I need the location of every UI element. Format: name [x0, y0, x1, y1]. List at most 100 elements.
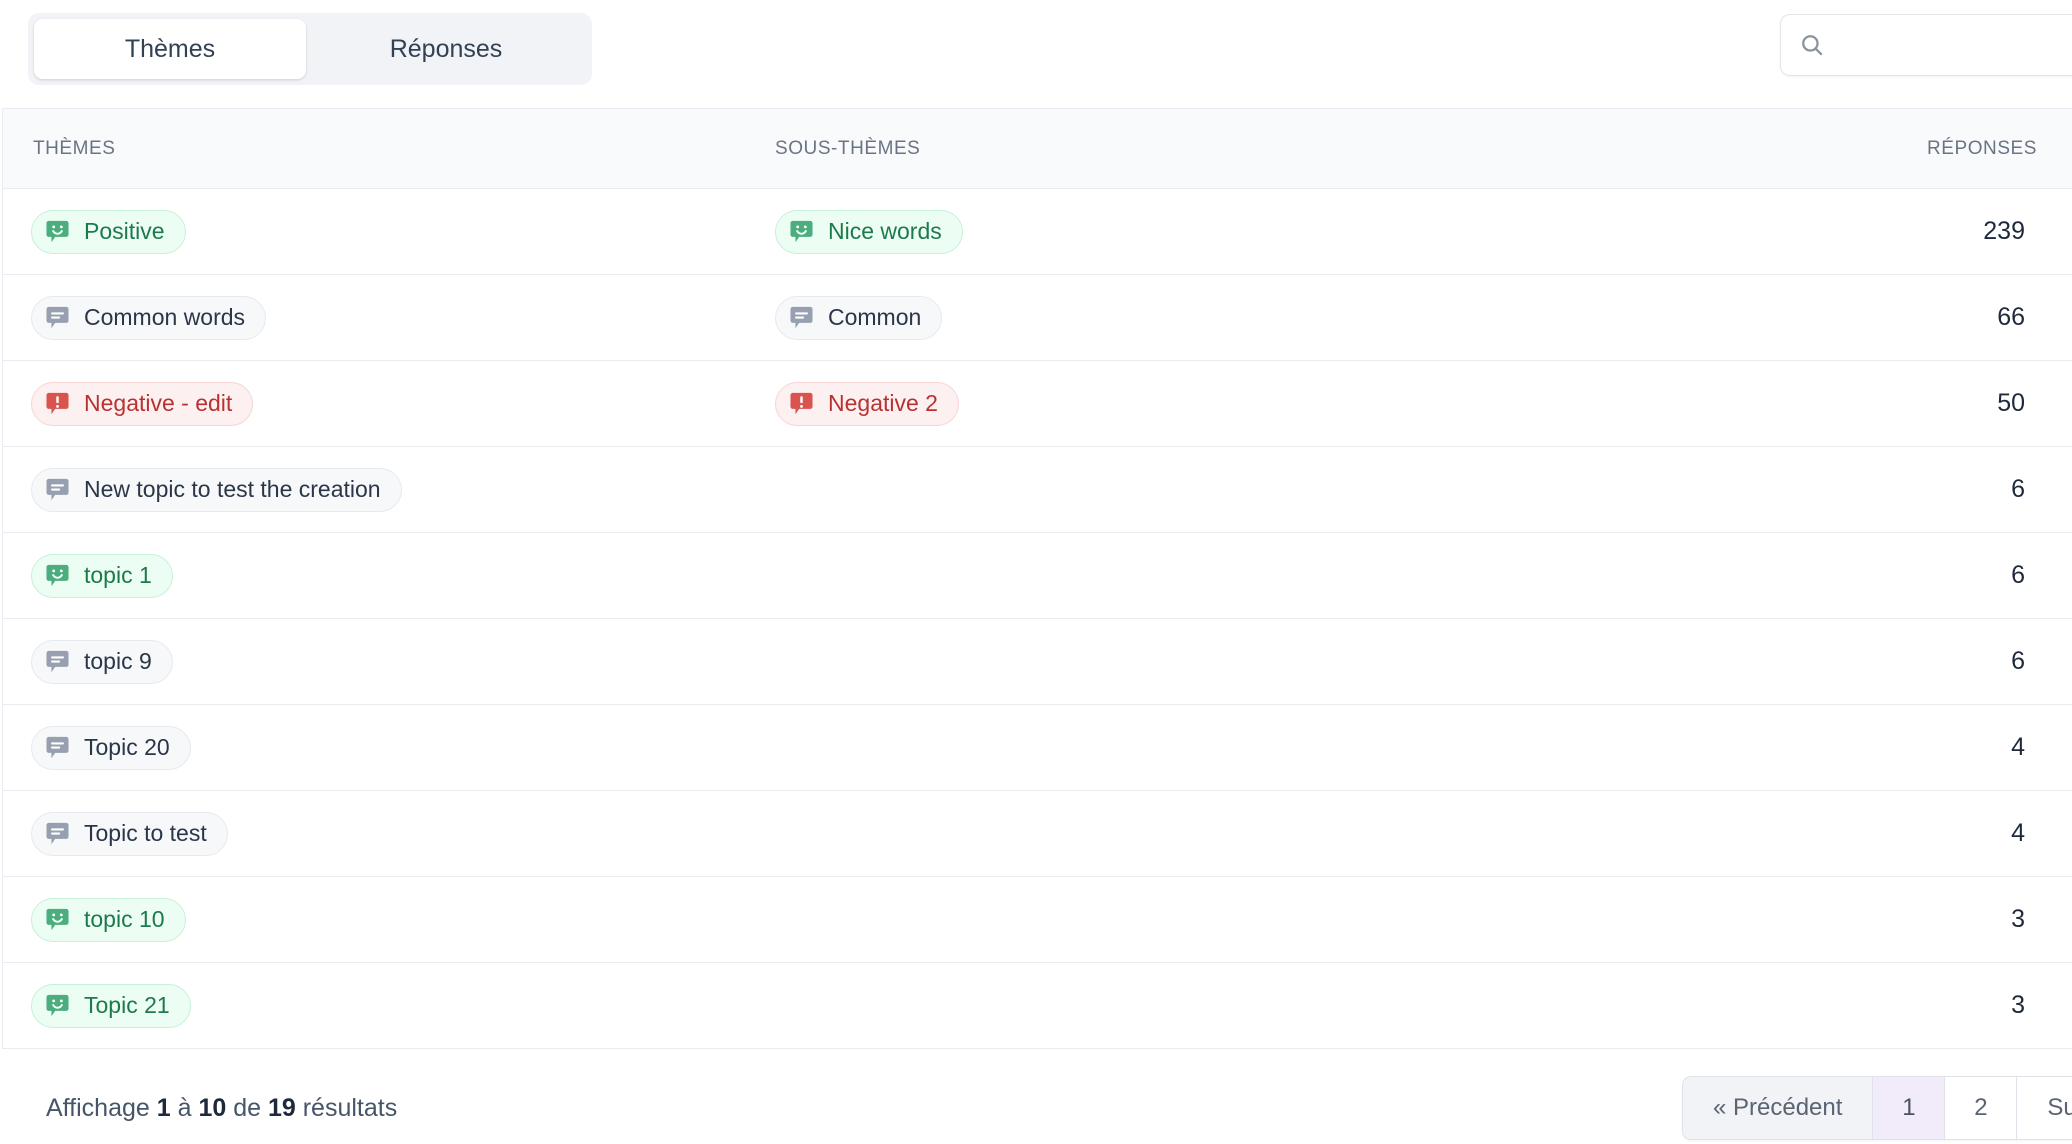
smiley-bubble-icon [44, 906, 71, 933]
search-icon [1799, 32, 1825, 58]
smiley-bubble-icon [788, 218, 815, 245]
subtheme-badge[interactable]: Negative 2 [775, 381, 959, 426]
pagination-previous[interactable]: « Précédent [1682, 1076, 1873, 1140]
theme-badge[interactable]: Common words [31, 295, 267, 340]
cell-response-count: 6 [2011, 647, 2025, 675]
table-footer: Affichage 1 à 10 de 19 résultats « Précé… [0, 1072, 2072, 1144]
table-row[interactable]: Topic to test 4 [3, 791, 2072, 877]
theme-badge-label: Topic 20 [84, 734, 170, 760]
cell-subtheme: Negative 2 [775, 381, 1889, 426]
column-header-subthemes: SOUS-THÈMES [775, 137, 921, 159]
theme-badge-label: topic 10 [84, 906, 165, 932]
results-summary-mid2: de [226, 1093, 268, 1122]
lines-bubble-icon [44, 304, 71, 331]
cell-theme: Topic 21 [3, 983, 775, 1028]
results-summary: Affichage 1 à 10 de 19 résultats [46, 1094, 397, 1123]
table-header-row: THÈMES SOUS-THÈMES RÉPONSES [3, 109, 2072, 189]
theme-badge-label: Positive [84, 218, 165, 244]
cell-theme: Topic to test [3, 811, 775, 856]
theme-badge[interactable]: Topic to test [31, 811, 228, 856]
pagination-next[interactable]: Suivant » [2016, 1076, 2072, 1140]
theme-badge[interactable]: Positive [31, 209, 186, 254]
cell-subtheme: Nice words [775, 209, 1889, 254]
results-summary-suffix: résultats [295, 1093, 398, 1122]
cell-subtheme: Common [775, 295, 1889, 340]
table-row[interactable]: Positive Nice words 239 [3, 189, 2072, 275]
theme-badge[interactable]: topic 9 [31, 639, 173, 684]
lines-bubble-icon [788, 304, 815, 331]
theme-badge[interactable]: topic 1 [31, 553, 173, 598]
lines-bubble-icon [44, 820, 71, 847]
tab-reponses[interactable]: Réponses [306, 19, 586, 79]
theme-badge-label: topic 9 [84, 648, 152, 674]
view-tabs: Thèmes Réponses [28, 13, 592, 85]
lines-bubble-icon [44, 648, 71, 675]
smiley-bubble-icon [44, 992, 71, 1019]
table-row[interactable]: topic 1 6 [3, 533, 2072, 619]
table-row[interactable]: Common words Common 66 [3, 275, 2072, 361]
cell-response-count: 4 [2011, 819, 2025, 847]
theme-badge-label: Common words [84, 304, 246, 330]
table-row[interactable]: Negative - edit Negative 2 50 [3, 361, 2072, 447]
subtheme-badge[interactable]: Common [775, 295, 943, 340]
lines-bubble-icon [44, 476, 71, 503]
results-from: 1 [156, 1093, 171, 1122]
results-to: 10 [198, 1093, 227, 1122]
theme-badge-label: topic 1 [84, 562, 152, 588]
theme-badge-label: Negative - edit [84, 390, 233, 416]
theme-badge-label: Topic 21 [84, 992, 170, 1018]
table-row[interactable]: New topic to test the creation 6 [3, 447, 2072, 533]
subtheme-badge-label: Negative 2 [828, 390, 938, 416]
results-summary-mid1: à [170, 1093, 199, 1122]
themes-table: THÈMES SOUS-THÈMES RÉPONSES Positive Nice… [2, 108, 2072, 1049]
cell-response-count: 4 [2011, 733, 2025, 761]
cell-response-count: 6 [2011, 561, 2025, 589]
cell-theme: Negative - edit [3, 381, 775, 426]
smiley-bubble-icon [44, 562, 71, 589]
cell-theme: New topic to test the creation [3, 467, 775, 512]
smiley-bubble-icon [44, 218, 71, 245]
cell-theme: topic 1 [3, 553, 775, 598]
pagination-page-2[interactable]: 2 [1944, 1076, 2017, 1140]
cell-theme: topic 9 [3, 639, 775, 684]
column-header-responses: RÉPONSES [1927, 137, 2037, 159]
theme-badge[interactable]: Negative - edit [31, 381, 254, 426]
cell-response-count: 66 [1997, 303, 2025, 331]
results-total: 19 [267, 1093, 296, 1122]
subtheme-badge-label: Common [828, 304, 922, 330]
tab-themes[interactable]: Thèmes [34, 19, 306, 79]
cell-response-count: 3 [2011, 905, 2025, 933]
top-bar: Thèmes Réponses [0, 0, 2072, 100]
table-row[interactable]: topic 10 3 [3, 877, 2072, 963]
search-box[interactable] [1780, 14, 2072, 76]
tab-reponses-label: Réponses [389, 34, 503, 63]
cell-theme: Positive [3, 209, 775, 254]
cell-response-count: 50 [1997, 389, 2025, 417]
table-row[interactable]: Topic 20 4 [3, 705, 2072, 791]
column-header-themes: THÈMES [33, 137, 116, 159]
cell-response-count: 3 [2011, 991, 2025, 1019]
subtheme-badge[interactable]: Nice words [775, 209, 963, 254]
theme-badge[interactable]: topic 10 [31, 897, 186, 942]
alert-bubble-icon [44, 390, 71, 417]
results-summary-prefix: Affichage [46, 1093, 157, 1122]
theme-badge[interactable]: Topic 20 [31, 725, 191, 770]
cell-response-count: 6 [2011, 475, 2025, 503]
table-row[interactable]: topic 9 6 [3, 619, 2072, 705]
table-body: Positive Nice words 239 Common words Common 6… [3, 189, 2072, 1049]
subtheme-badge-label: Nice words [828, 218, 942, 244]
alert-bubble-icon [788, 390, 815, 417]
theme-badge[interactable]: Topic 21 [31, 983, 191, 1028]
pagination-page-1[interactable]: 1 [1872, 1076, 1945, 1140]
cell-theme: Common words [3, 295, 775, 340]
theme-badge-label: New topic to test the creation [84, 476, 381, 502]
cell-response-count: 239 [1983, 217, 2025, 245]
cell-theme: Topic 20 [3, 725, 775, 770]
theme-badge[interactable]: New topic to test the creation [31, 467, 402, 512]
search-input[interactable] [1839, 31, 2072, 59]
table-row[interactable]: Topic 21 3 [3, 963, 2072, 1049]
cell-theme: topic 10 [3, 897, 775, 942]
theme-badge-label: Topic to test [84, 820, 207, 846]
lines-bubble-icon [44, 734, 71, 761]
tab-themes-label: Thèmes [124, 34, 216, 63]
